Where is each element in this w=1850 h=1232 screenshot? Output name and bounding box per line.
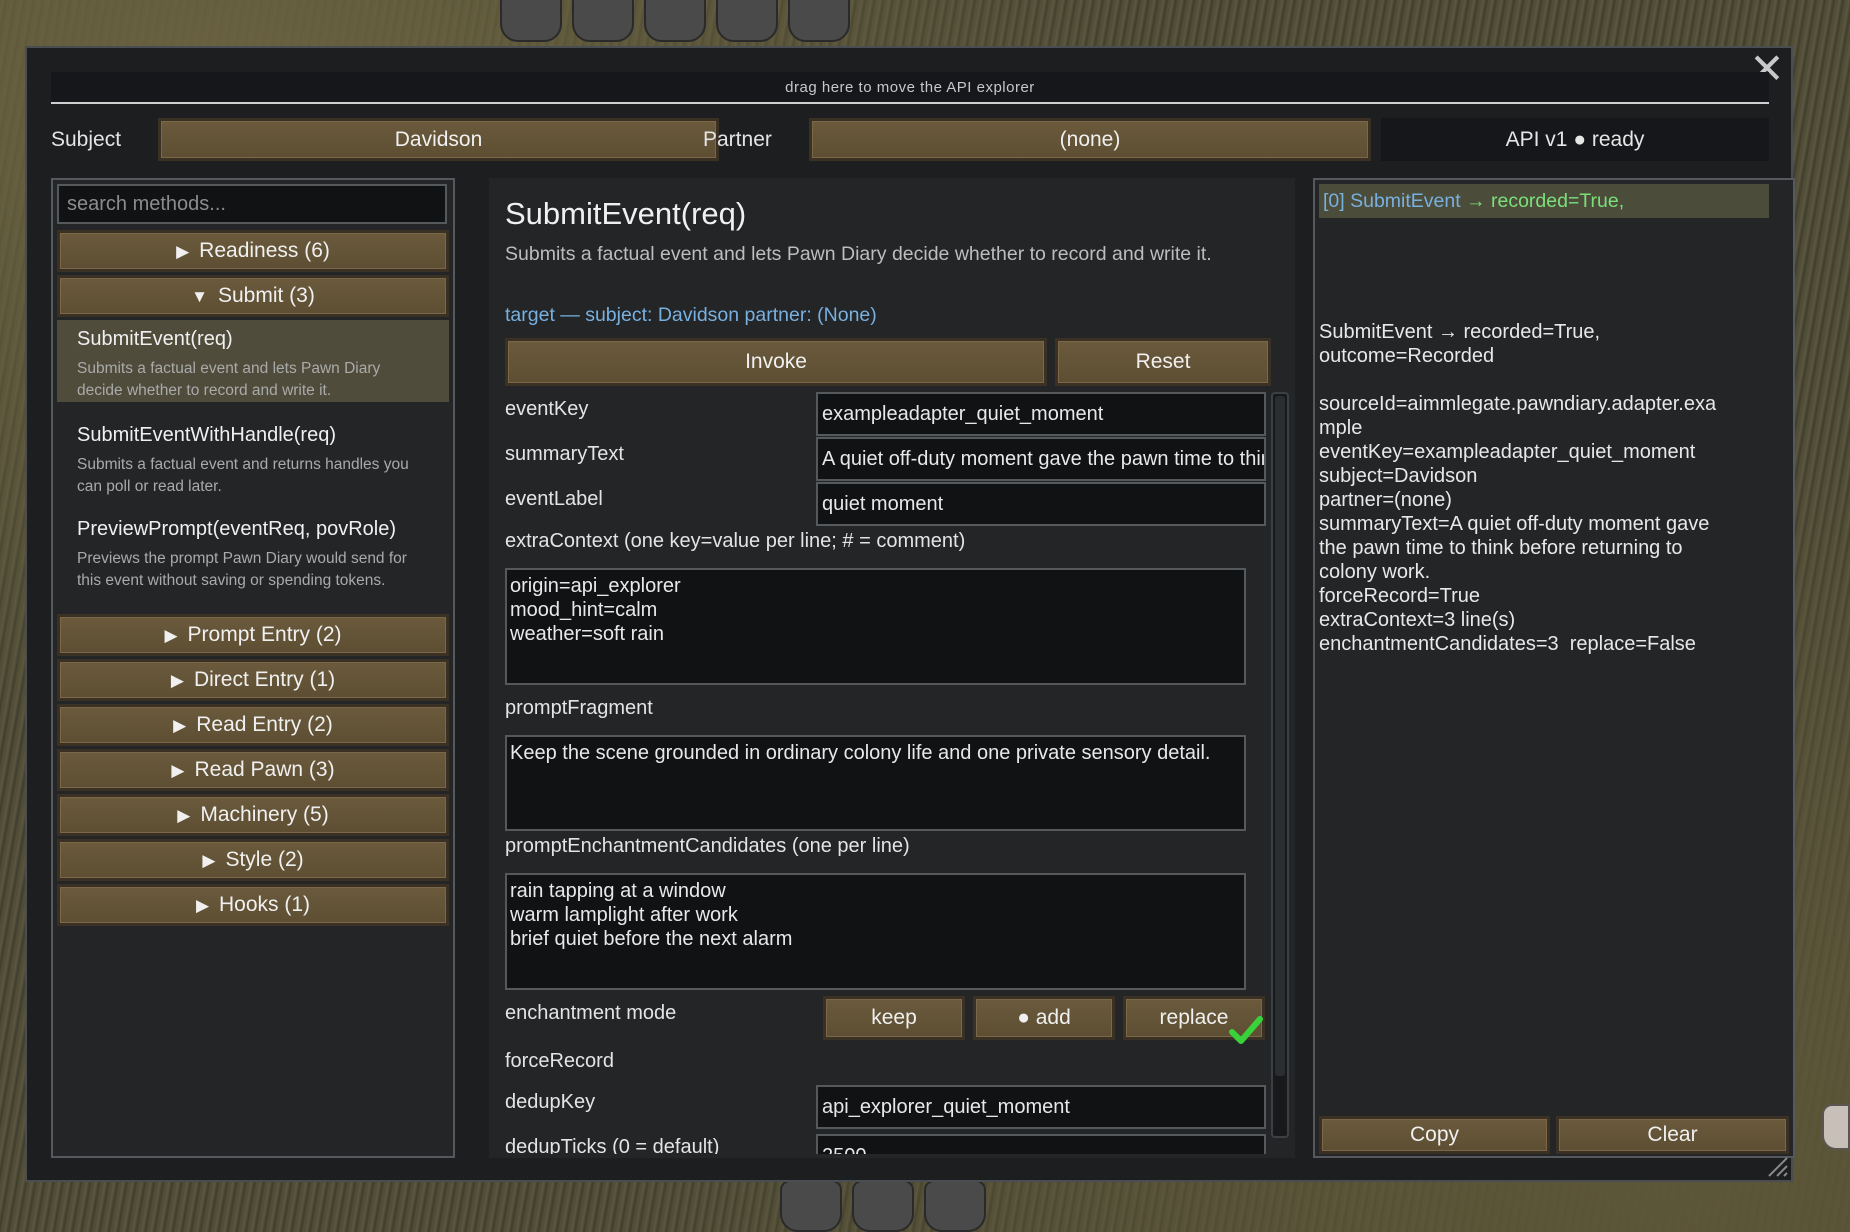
category-prompt-entry[interactable]: ▶ Prompt Entry (2): [57, 614, 449, 656]
drag-handle[interactable]: drag here to move the API explorer: [51, 72, 1769, 104]
extracontext-textarea[interactable]: origin=api_explorer mood_hint=calm weath…: [505, 568, 1246, 685]
category-label: Hooks (1): [219, 893, 311, 916]
background-creature: [1822, 1104, 1850, 1150]
result-text: SubmitEvent → recorded=True, outcome=Rec…: [1319, 321, 1717, 655]
forcerecord-checkbox[interactable]: [1229, 1014, 1263, 1048]
promptfragment-textarea[interactable]: Keep the scene grounded in ordinary colo…: [505, 735, 1246, 831]
method-title: SubmitEvent(req): [77, 328, 233, 350]
method-title: PreviewPrompt(eventReq, povRole): [77, 518, 397, 540]
copy-button[interactable]: Copy: [1319, 1116, 1550, 1154]
mode-add-button[interactable]: ● add: [973, 996, 1115, 1040]
dedupkey-label: dedupKey: [505, 1091, 596, 1113]
reset-button[interactable]: Reset: [1055, 338, 1271, 386]
triangle-right-icon: ▶: [177, 806, 191, 825]
triangle-right-icon: ▶: [171, 761, 185, 780]
category-read-entry[interactable]: ▶ Read Entry (2): [57, 704, 449, 746]
method-details: SubmitEvent(req) Submits a factual event…: [489, 178, 1295, 1158]
eventlabel-label: eventLabel: [505, 488, 603, 510]
dedupkey-field[interactable]: api_explorer_quiet_moment: [816, 1085, 1266, 1129]
category-label: Read Pawn (3): [194, 758, 335, 781]
method-description: Submits a factual event and lets Pawn Di…: [77, 360, 381, 399]
category-label: Prompt Entry (2): [187, 623, 342, 646]
promptfragment-label: promptFragment: [505, 697, 653, 719]
category-direct-entry[interactable]: ▶ Direct Entry (1): [57, 659, 449, 701]
eventkey-field[interactable]: exampleadapter_quiet_moment: [816, 392, 1266, 436]
dedupticks-label: dedupTicks (0 = default): [505, 1136, 720, 1154]
scrollbar-thumb[interactable]: [1275, 396, 1285, 1076]
log-entry[interactable]: [0] SubmitEvent → recorded=True,: [1319, 184, 1769, 218]
method-summary: Submits a factual event and lets Pawn Di…: [505, 243, 1212, 265]
target-info: target — subject: Davidson partner: (Non…: [505, 304, 877, 326]
triangle-right-icon: ▶: [173, 716, 187, 735]
background-rocks-bottom: [780, 1180, 990, 1232]
category-label: Read Entry (2): [196, 713, 333, 736]
api-status: API v1 ● ready: [1381, 118, 1769, 161]
category-hooks[interactable]: ▶ Hooks (1): [57, 884, 449, 926]
resize-grip-icon[interactable]: [1763, 1152, 1789, 1178]
triangle-right-icon: ▶: [202, 851, 216, 870]
triangle-right-icon: ▶: [164, 626, 178, 645]
partner-selector-button[interactable]: (none): [809, 118, 1371, 161]
output-panel: [0] SubmitEvent → recorded=True, SubmitE…: [1313, 178, 1795, 1158]
enchantment-candidates-textarea[interactable]: rain tapping at a window warm lamplight …: [505, 873, 1246, 990]
method-item-submitevent[interactable]: SubmitEvent(req) Submits a factual event…: [57, 320, 449, 402]
method-item-submiteventwithhandle[interactable]: SubmitEventWithHandle(req) Submits a fac…: [57, 416, 449, 506]
method-description: Submits a factual event and returns hand…: [77, 456, 409, 495]
eventlabel-field[interactable]: quiet moment: [816, 482, 1266, 526]
enchantment-mode-label: enchantment mode: [505, 1002, 677, 1024]
invoke-button[interactable]: Invoke: [505, 338, 1047, 386]
dedupticks-field[interactable]: 2500: [816, 1134, 1266, 1154]
background-rocks-top: [500, 0, 860, 44]
extracontext-label: extraContext (one key=value per line; # …: [505, 530, 966, 552]
method-title: SubmitEventWithHandle(req): [77, 424, 336, 446]
eventkey-label: eventKey: [505, 398, 589, 420]
form-scrollbar[interactable]: [1271, 392, 1289, 1138]
category-label: Direct Entry (1): [193, 668, 336, 691]
category-machinery[interactable]: ▶ Machinery (5): [57, 794, 449, 836]
triangle-right-icon: ▶: [170, 671, 184, 690]
category-style[interactable]: ▶ Style (2): [57, 839, 449, 881]
mode-keep-button[interactable]: keep: [823, 996, 965, 1040]
method-list: SubmitEvent(req) Submits a factual event…: [53, 180, 453, 612]
enchantment-candidates-label: promptEnchantmentCandidates (one per lin…: [505, 835, 910, 857]
log-entry-method: [0] SubmitEvent: [1323, 190, 1461, 212]
forcerecord-label: forceRecord: [505, 1050, 614, 1072]
triangle-right-icon: ▶: [195, 896, 210, 915]
category-label: Machinery (5): [200, 803, 329, 826]
method-item-previewprompt[interactable]: PreviewPrompt(eventReq, povRole) Preview…: [57, 510, 449, 600]
clear-button[interactable]: Clear: [1556, 1116, 1789, 1154]
method-browser: ▶Readiness (6) ▼Submit (3) SubmitEvent(r…: [51, 178, 455, 1158]
summarytext-label: summaryText: [505, 443, 624, 465]
method-heading: SubmitEvent(req): [505, 196, 747, 231]
subject-label: Subject: [51, 128, 122, 151]
api-explorer-window: ✕ drag here to move the API explorer Sub…: [25, 46, 1795, 1182]
category-read-pawn[interactable]: ▶ Read Pawn (3): [57, 749, 449, 791]
method-description: Previews the prompt Pawn Diary would sen…: [77, 550, 407, 589]
request-form: eventKey exampleadapter_quiet_moment sum…: [489, 392, 1295, 1154]
summarytext-field[interactable]: A quiet off-duty moment gave the pawn ti…: [816, 437, 1266, 481]
log-entry-result: → recorded=True,: [1460, 190, 1625, 212]
subject-selector-button[interactable]: Davidson: [158, 118, 719, 161]
category-label: Style (2): [225, 848, 304, 871]
partner-label: Partner: [703, 128, 772, 151]
